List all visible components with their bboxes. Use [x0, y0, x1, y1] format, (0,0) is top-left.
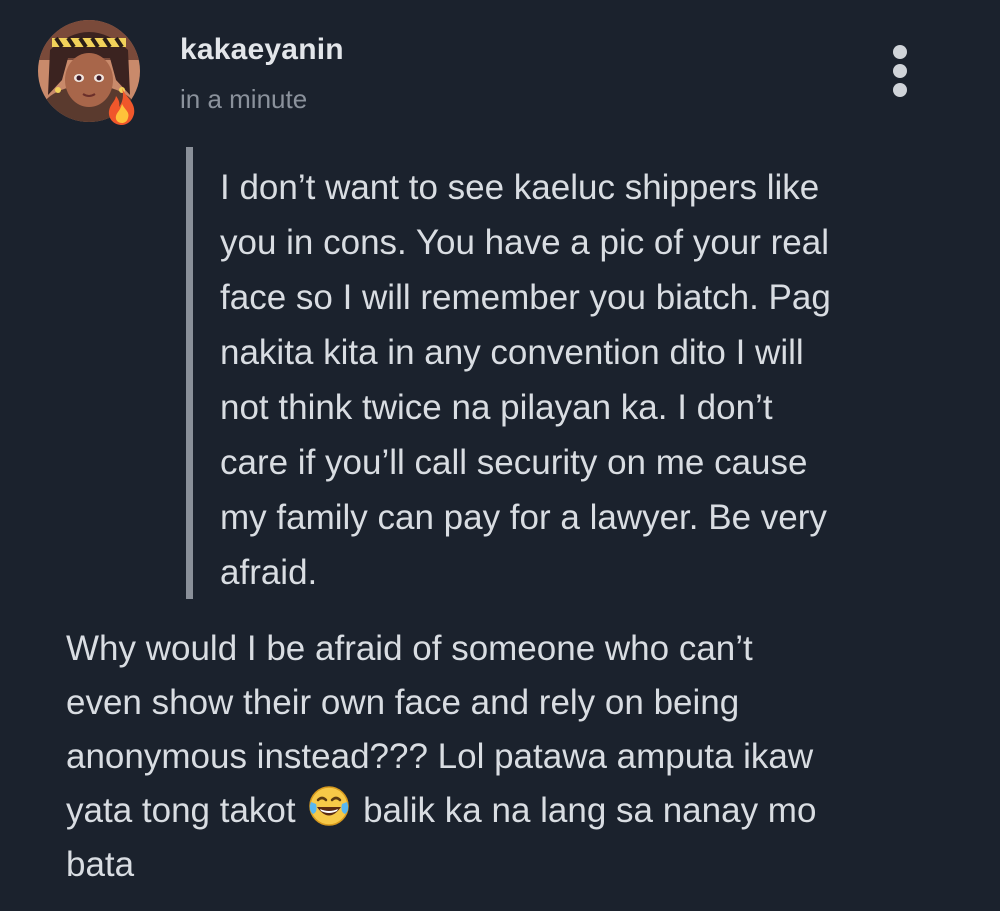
- reply-line: anonymous instead??? Lol patawa amputa i…: [66, 737, 814, 776]
- quoted-line: not think twice na pilayan ka. I don’t: [220, 388, 773, 427]
- post-card: kakaeyanin in a minute I don’t want to s…: [0, 0, 1000, 911]
- reply-line: Why would I be afraid of someone who can…: [66, 629, 753, 668]
- timestamp: in a minute: [180, 84, 308, 114]
- quoted-message: I don’t want to see kaeluc shippers like…: [220, 160, 960, 600]
- more-options-button[interactable]: [880, 40, 920, 100]
- reply-line: bata: [66, 845, 135, 884]
- quoted-line: you in cons. You have a pic of your real: [220, 223, 830, 262]
- quote-bar: [186, 147, 193, 599]
- quoted-line: face so I will remember you biatch. Pag: [220, 278, 831, 317]
- reply-message: Why would I be afraid of someone who can…: [66, 622, 966, 892]
- quoted-line: nakita kita in any convention dito I wil…: [220, 333, 804, 372]
- face-with-tears-of-joy-icon: [309, 786, 350, 826]
- username[interactable]: kakaeyanin: [180, 33, 344, 67]
- quoted-line: care if you’ll call security on me cause: [220, 443, 808, 482]
- reply-text-segment: yata tong takot: [66, 791, 296, 830]
- avatar[interactable]: [38, 20, 140, 125]
- fire-icon: [108, 88, 135, 125]
- reply-line-with-emoji: yata tong takot balik ka na lang sa nana…: [66, 784, 966, 838]
- quoted-line: afraid.: [220, 553, 318, 592]
- quoted-line: my family can pay for a lawyer. Be very: [220, 498, 827, 537]
- reply-text-segment: balik ka na lang sa nanay mo: [363, 791, 817, 830]
- quoted-line: I don’t want to see kaeluc shippers like: [220, 168, 820, 207]
- reply-line: even show their own face and rely on bei…: [66, 683, 740, 722]
